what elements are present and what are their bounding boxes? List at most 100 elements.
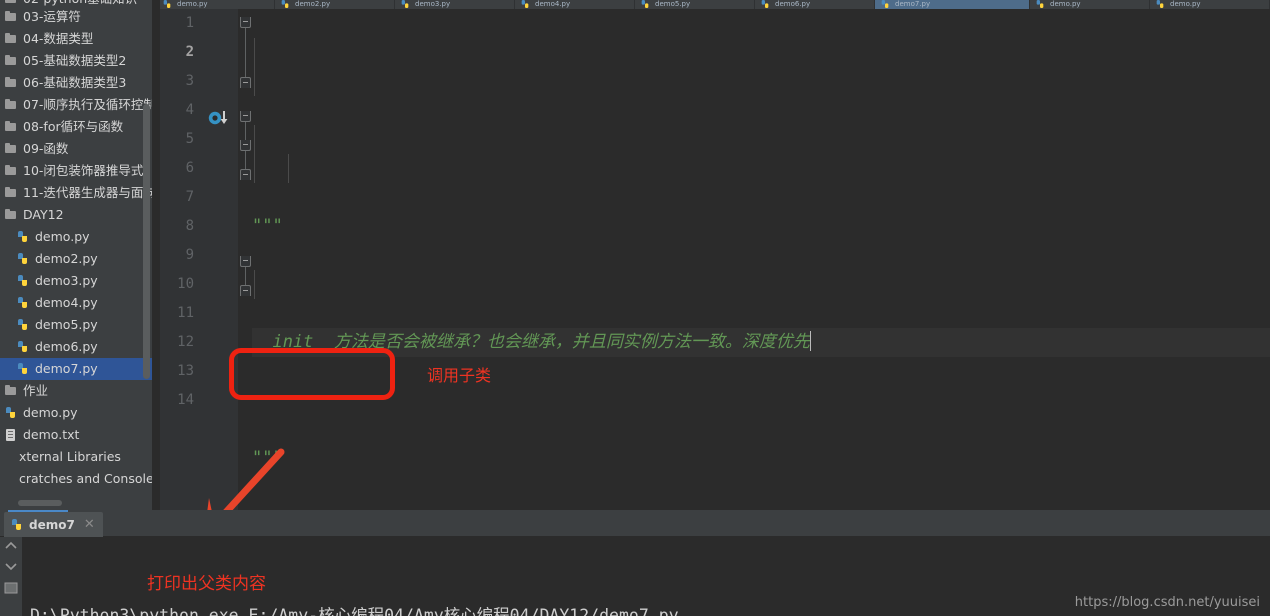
python-file-icon <box>16 340 30 354</box>
sidebar-item-6[interactable]: 08-for循环与函数 <box>0 116 152 138</box>
sidebar-item-1[interactable]: 03-运算符 <box>0 6 152 28</box>
sidebar-item-20[interactable]: demo.txt <box>0 424 152 446</box>
fold-marker-line-1[interactable] <box>240 17 251 28</box>
sidebar-item-13[interactable]: demo3.py <box>0 270 152 292</box>
line-number-11[interactable]: 11 <box>160 299 194 328</box>
editor-tab-8[interactable]: demo.py <box>1150 0 1270 9</box>
sidebar-item-label: 11-迭代器生成器与面向对 <box>23 185 152 200</box>
fold-marker-line-10[interactable] <box>240 285 251 296</box>
python-file-icon <box>761 0 769 8</box>
project-tool-window[interactable]: 02-python基础知识03-运算符04-数据类型05-基础数据类型206-基… <box>0 0 152 510</box>
editor-tab-7[interactable]: demo.py <box>1030 0 1150 9</box>
project-tree[interactable]: 02-python基础知识03-运算符04-数据类型05-基础数据类型206-基… <box>0 0 152 490</box>
editor-tab-5[interactable]: demo6.py <box>755 0 875 9</box>
sidebar-horizontal-scrollbar[interactable] <box>0 499 152 507</box>
scroll-down-icon[interactable] <box>4 559 18 573</box>
folder-icon <box>4 0 18 6</box>
line-number-5[interactable]: 5 <box>160 125 194 154</box>
folder-icon <box>4 186 18 200</box>
sidebar-item-3[interactable]: 05-基础数据类型2 <box>0 50 152 72</box>
sidebar-item-8[interactable]: 10-闭包装饰器推导式 <box>0 160 152 182</box>
text-file-icon <box>4 428 18 442</box>
fold-marker-line-3[interactable] <box>240 77 251 88</box>
line-number-14[interactable]: 14 <box>160 386 194 415</box>
watermark-url: https://blog.csdn.net/yuuisei <box>1074 595 1260 610</box>
line-number-8[interactable]: 8 <box>160 212 194 241</box>
fold-marker-line-9[interactable] <box>240 256 251 267</box>
editor-tab-1[interactable]: demo2.py <box>275 0 395 9</box>
editor-tab-label: demo.py <box>1170 0 1201 8</box>
soft-wrap-icon[interactable] <box>4 581 18 595</box>
sidebar-item-7[interactable]: 09-函数 <box>0 138 152 160</box>
sidebar-item-14[interactable]: demo4.py <box>0 292 152 314</box>
no-icon <box>0 450 14 464</box>
sidebar-item-label: demo.py <box>23 405 78 420</box>
editor-tab-2[interactable]: demo3.py <box>395 0 515 9</box>
sidebar-item-16[interactable]: demo6.py <box>0 336 152 358</box>
code-editor[interactable]: 1 2 3 4 5 6 7 8 9 10 11 12 13 14 """ __i… <box>160 9 1270 510</box>
run-tab-bar[interactable]: demo7 ✕ <box>0 510 1270 537</box>
run-tab-demo7[interactable]: demo7 ✕ <box>4 512 103 537</box>
editor-tab-0[interactable]: demo.py <box>157 0 275 9</box>
line-number-6[interactable]: 6 <box>160 154 194 183</box>
code-line-3[interactable]: """ <box>252 444 1270 473</box>
sidebar-item-label: demo6.py <box>35 339 98 354</box>
sidebar-item-5[interactable]: 07-顺序执行及循环控制 <box>0 94 152 116</box>
annotation-box-call-subclass <box>229 348 395 400</box>
editor-tab-label: demo5.py <box>655 0 691 8</box>
sidebar-hscrollbar-thumb[interactable] <box>18 500 62 506</box>
editor-tab-label: demo.py <box>1050 0 1081 8</box>
line-number-7[interactable]: 7 <box>160 183 194 212</box>
pycharm-ide-window: demo.py demo2.py demo3.py demo4.py demo5.py d… <box>0 0 1270 616</box>
folder-icon <box>4 32 18 46</box>
sidebar-item-2[interactable]: 04-数据类型 <box>0 28 152 50</box>
python-file-icon <box>881 0 889 8</box>
sidebar-item-21[interactable]: xternal Libraries <box>0 446 152 468</box>
code-text-area[interactable]: """ __init__方法是否会被继承？也会继承，并且同实例方法一致。深度优先… <box>252 9 1270 510</box>
method-override-gutter-icon[interactable] <box>208 110 232 126</box>
sidebar-item-22[interactable]: cratches and Consoles <box>0 468 152 490</box>
sidebar-item-15[interactable]: demo5.py <box>0 314 152 336</box>
line-number-10[interactable]: 10 <box>160 270 194 299</box>
sidebar-item-19[interactable]: demo.py <box>0 402 152 424</box>
docstring-close-quotes: """ <box>252 448 283 468</box>
sidebar-item-label: DAY12 <box>23 207 64 222</box>
fold-marker-line-5[interactable] <box>240 140 251 151</box>
code-line-1[interactable]: """ <box>252 212 1270 241</box>
run-side-toolbar[interactable] <box>0 537 22 616</box>
editor-tab-6[interactable]: demo7.py <box>875 0 1030 9</box>
python-file-icon <box>521 0 529 8</box>
line-number-13[interactable]: 13 <box>160 357 194 386</box>
editor-gutter[interactable]: 1 2 3 4 5 6 7 8 9 10 11 12 13 14 <box>160 9 251 510</box>
sidebar-item-17[interactable]: demo7.py <box>0 358 152 380</box>
line-number-2[interactable]: 2 <box>160 38 194 67</box>
sidebar-editor-splitter[interactable] <box>152 0 160 510</box>
sidebar-item-4[interactable]: 06-基础数据类型3 <box>0 72 152 94</box>
editor-tab-4[interactable]: demo5.py <box>635 0 755 9</box>
sidebar-scrollbar-thumb[interactable] <box>143 104 150 379</box>
line-number-1[interactable]: 1 <box>160 9 194 38</box>
line-number-3[interactable]: 3 <box>160 67 194 96</box>
python-file-icon <box>163 0 171 8</box>
sidebar-item-18[interactable]: 作业 <box>0 380 152 402</box>
sidebar-item-label: demo4.py <box>35 295 98 310</box>
editor-tab-3[interactable]: demo4.py <box>515 0 635 9</box>
scroll-up-icon[interactable] <box>4 539 18 553</box>
sidebar-item-label: 04-数据类型 <box>23 31 94 46</box>
code-line-2[interactable]: __init__方法是否会被继承？也会继承，并且同实例方法一致。深度优先 <box>252 328 1270 357</box>
close-icon[interactable]: ✕ <box>84 518 95 531</box>
sidebar-item-9[interactable]: 11-迭代器生成器与面向对 <box>0 182 152 204</box>
line-number-4[interactable]: 4 <box>160 96 194 125</box>
sidebar-vertical-scrollbar[interactable] <box>143 0 150 500</box>
sidebar-item-10[interactable]: DAY12 <box>0 204 152 226</box>
fold-marker-line-6[interactable] <box>240 169 251 180</box>
line-number-9[interactable]: 9 <box>160 241 194 270</box>
editor-tab-strip[interactable]: demo.py demo2.py demo3.py demo4.py demo5.py d… <box>0 0 1270 9</box>
python-file-icon <box>16 230 30 244</box>
sidebar-item-12[interactable]: demo2.py <box>0 248 152 270</box>
fold-marker-line-4[interactable] <box>240 111 251 122</box>
line-number-12[interactable]: 12 <box>160 328 194 357</box>
editor-tab-label: demo2.py <box>295 0 331 8</box>
sidebar-item-11[interactable]: demo.py <box>0 226 152 248</box>
sidebar-item-label: 10-闭包装饰器推导式 <box>23 163 144 178</box>
